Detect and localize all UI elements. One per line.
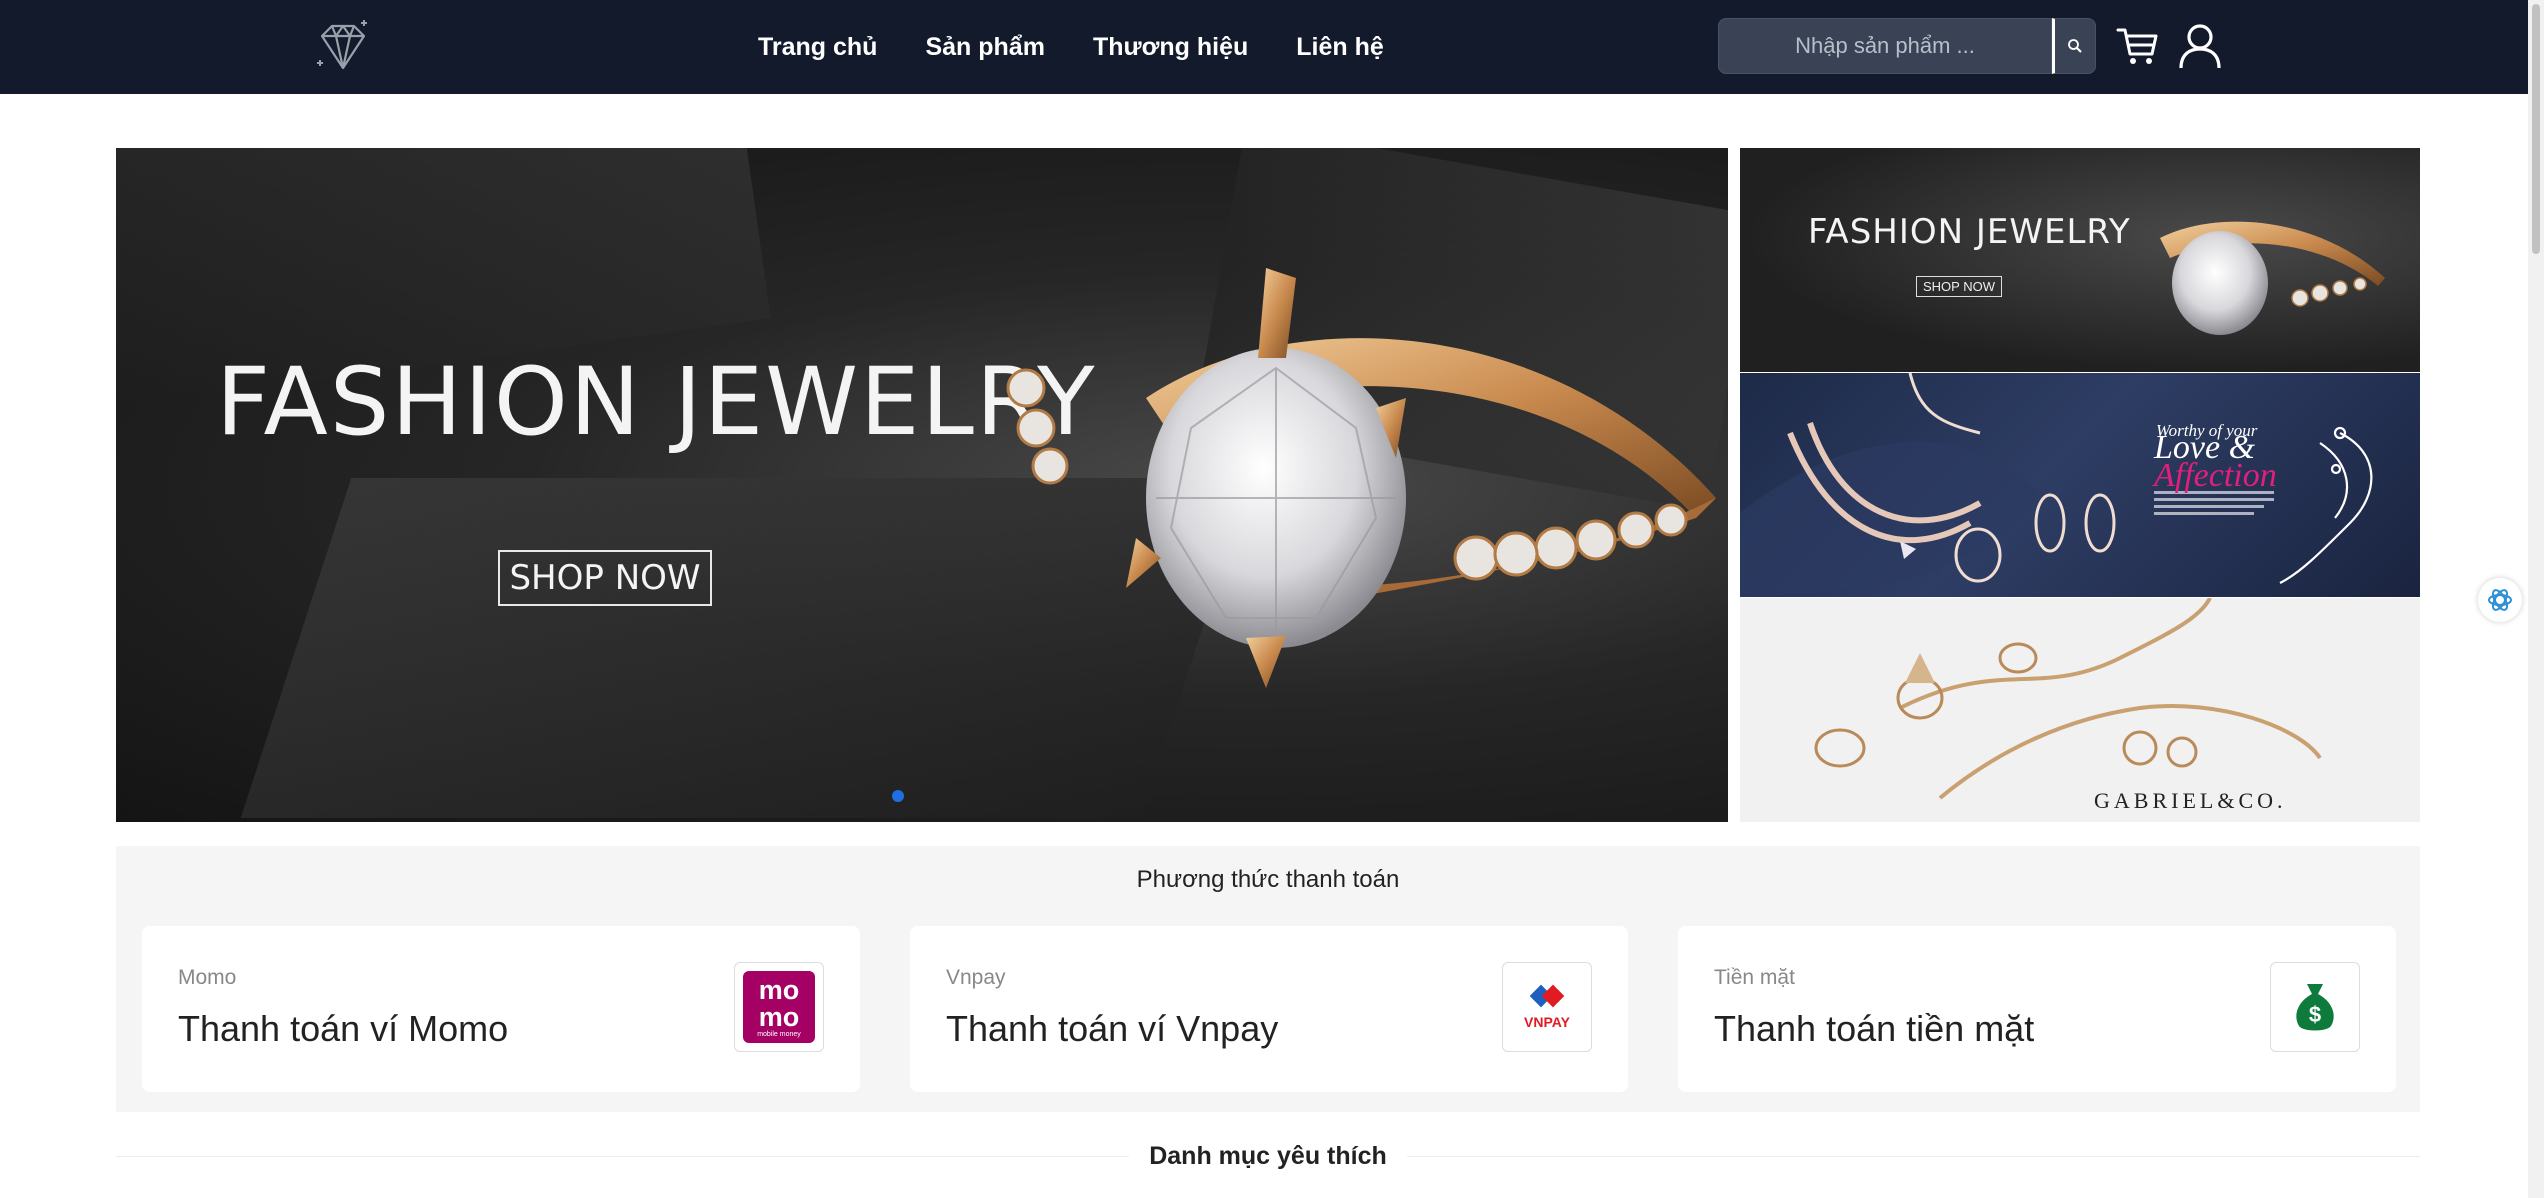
payment-description: Thanh toán ví Momo — [178, 1008, 509, 1049]
ring-image — [2160, 221, 2385, 335]
side-banner-brand: GABRIEL&CO. — [2094, 788, 2287, 813]
ring-image — [1006, 268, 1716, 688]
side-banner-title: FASHION JEWELRY — [1808, 212, 2131, 252]
chatbot-button[interactable] — [2478, 578, 2522, 622]
momo-logo-badge: mo mo mobile money — [743, 971, 815, 1043]
diamond-logo-icon[interactable] — [314, 18, 372, 74]
money-bag-icon: $ — [2296, 984, 2334, 1031]
money-bag-icon: $ — [2270, 962, 2360, 1052]
hero-carousel[interactable]: FASHION JEWELRY SHOP NOW — [116, 148, 1728, 822]
momo-logo-subtext: mobile money — [757, 1030, 801, 1038]
side-banner-shop-now[interactable]: SHOP NOW — [1916, 276, 2002, 297]
payment-label: Momo — [178, 966, 237, 989]
momo-logo-text: mo — [758, 1001, 800, 1032]
carousel-indicator[interactable] — [892, 790, 904, 802]
payment-card-momo[interactable]: Momo Thanh toán ví Momo mo mo mobile mon… — [142, 926, 860, 1092]
search-button[interactable] — [2052, 18, 2096, 74]
favorite-categories-title: Danh mục yêu thích — [116, 1142, 2420, 1171]
side-banner-fashion[interactable]: FASHION JEWELRY SHOP NOW — [1740, 148, 2420, 372]
nav-home[interactable]: Trang chủ — [758, 33, 877, 62]
side-banner-affection: Affection — [2154, 457, 2277, 494]
user-icon[interactable] — [2178, 22, 2222, 70]
navbar: Trang chủ Sản phẩm Thương hiệu Liên hệ — [0, 0, 2544, 94]
payment-card-vnpay[interactable]: Vnpay Thanh toán ví Vnpay VNPAY — [910, 926, 1628, 1092]
favorite-categories-label: Danh mục yêu thích — [1129, 1142, 1407, 1170]
nav-products[interactable]: Sản phẩm — [925, 33, 1044, 62]
payment-label: Tiền mặt — [1714, 966, 1795, 989]
payment-label: Vnpay — [946, 966, 1006, 989]
hero-title: FASHION JEWELRY — [216, 348, 1097, 457]
search-input[interactable] — [1718, 18, 2052, 74]
payment-section-title: Phương thức thanh toán — [1136, 866, 1400, 893]
nav-contact[interactable]: Liên hệ — [1296, 33, 1384, 62]
search-bar — [1718, 18, 2096, 74]
vnpay-logo-badge: VNPAY — [1524, 984, 1570, 1030]
nav-brands[interactable]: Thương hiệu — [1093, 33, 1248, 62]
scrollbar-thumb[interactable] — [2532, 4, 2540, 254]
jewelry-set-image — [1814, 598, 2322, 800]
momo-logo-text: mo — [758, 974, 800, 1005]
search-icon — [2068, 39, 2082, 53]
payment-card-cash[interactable]: Tiền mặt Thanh toán tiền mặt $ — [1678, 926, 2396, 1092]
page: Trang chủ Sản phẩm Thương hiệu Liên hệ N… — [0, 0, 2544, 1198]
side-banner-gabriel[interactable]: GABRIEL&CO. — [1740, 598, 2420, 822]
vnpay-logo-icon: VNPAY — [1502, 962, 1592, 1052]
payment-description: Thanh toán tiền mặt — [1714, 1008, 2035, 1049]
shop-now-button[interactable]: SHOP NOW — [498, 550, 712, 606]
payment-methods-section: Phương thức thanh toán Momo Thanh toán v… — [116, 846, 2420, 1112]
momo-logo-icon: mo mo mobile money — [734, 962, 824, 1052]
main-nav: Trang chủ Sản phẩm Thương hiệu Liên hệ — [758, 0, 1384, 94]
page-scrollbar[interactable] — [2528, 0, 2544, 1198]
side-banner-love-affection[interactable]: Worthy of your Love & Affection — [1740, 373, 2420, 597]
cart-icon[interactable] — [2116, 24, 2160, 68]
chatbot-icon — [2488, 589, 2512, 611]
necklace-image — [1740, 373, 2373, 597]
vnpay-mark-icon — [1529, 984, 1565, 1008]
payment-description: Thanh toán ví Vnpay — [946, 1008, 1279, 1049]
svg-text:$: $ — [2309, 1002, 2321, 1027]
vnpay-logo-text: VNPAY — [1524, 1014, 1570, 1030]
